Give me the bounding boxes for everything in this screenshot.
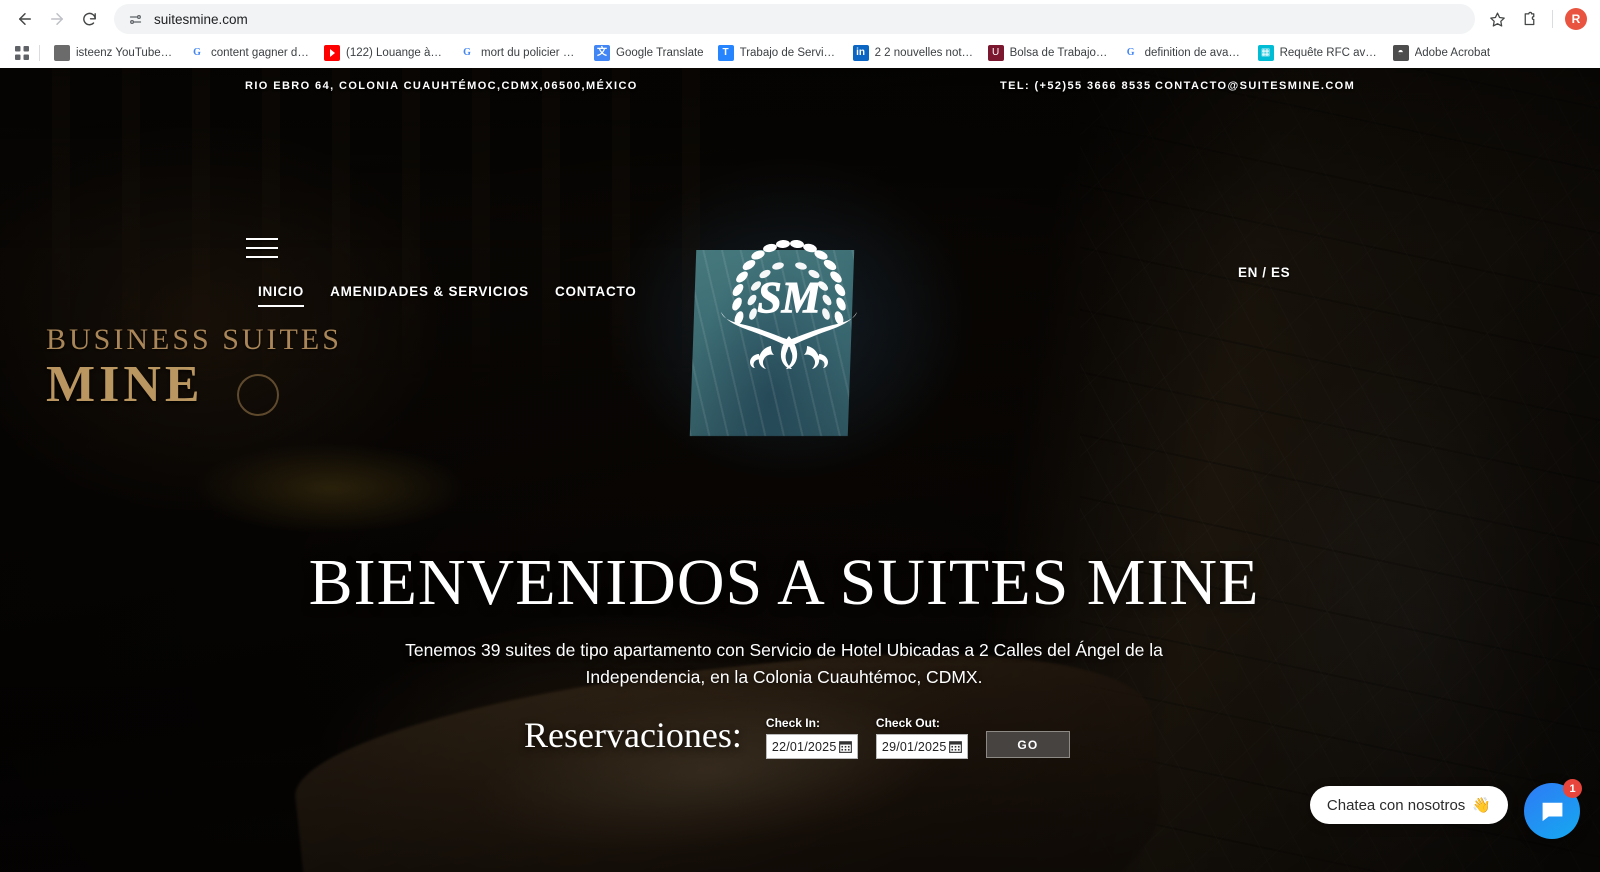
site-logo[interactable]: SM bbox=[689, 208, 881, 436]
checkin-label: Check In: bbox=[765, 716, 820, 730]
bookmark-item[interactable]: ▦ Requête RFC avec H... bbox=[1251, 42, 1386, 64]
bookmarks-divider bbox=[39, 44, 40, 61]
bookmark-item[interactable]: (122) Louange à l'ét... bbox=[317, 42, 452, 64]
bookmark-item[interactable]: G mort du policier du... bbox=[452, 42, 587, 64]
google-translate-icon: 文 bbox=[594, 44, 610, 61]
avatar: R bbox=[1565, 8, 1587, 30]
site-settings-icon[interactable] bbox=[126, 10, 144, 28]
address-text: RIO EBRO 64, COLONIA CUAUHTÉMOC,CDMX,065… bbox=[245, 80, 638, 92]
checkout-input[interactable]: 29/01/2025 bbox=[875, 734, 968, 759]
browser-toolbar: suitesmine.com R bbox=[0, 0, 1600, 38]
bookmarks-bar: isteenz YouTube ch... G content gagner d… bbox=[0, 38, 1600, 68]
page-viewport: BUSINESS SUITES MINE RIO EBRO 64, COLONI… bbox=[0, 68, 1600, 872]
university-icon: U bbox=[987, 44, 1004, 61]
reload-button[interactable] bbox=[74, 4, 104, 34]
bookmark-label: Trabajo de Service... bbox=[739, 46, 839, 59]
checkin-input[interactable]: 22/01/2025 bbox=[765, 734, 858, 759]
hero-subtitle: Tenemos 39 suites de tipo apartamento co… bbox=[405, 640, 1163, 688]
bookmark-label: Bolsa de Trabajo - U... bbox=[1009, 46, 1109, 59]
hamburger-icon bbox=[246, 256, 278, 258]
nav-item-amenidades-servicios[interactable]: AMENIDADES & SERVICIOS bbox=[330, 284, 529, 305]
linkedin-icon: in bbox=[852, 44, 869, 61]
bookmark-apps-button[interactable] bbox=[9, 41, 35, 65]
reservation-form: Reservaciones: Check In: 22/01/2025 Chec… bbox=[524, 716, 1070, 759]
wall-emblem-icon bbox=[237, 374, 279, 416]
profile-button[interactable]: R bbox=[1562, 5, 1590, 33]
bookmark-label: definition de avaya... bbox=[1144, 46, 1244, 59]
calendar-icon[interactable] bbox=[839, 740, 852, 753]
back-button[interactable] bbox=[10, 4, 40, 34]
document-blue-icon: T bbox=[717, 44, 734, 61]
page-title: BIENVENIDOS A SUITES MINE bbox=[308, 546, 1260, 619]
chat-unread-badge: 1 bbox=[1563, 779, 1582, 798]
google-icon: G bbox=[459, 44, 475, 61]
generic-gray-icon bbox=[54, 44, 70, 61]
checkout-field: Check Out: 29/01/2025 bbox=[875, 716, 968, 759]
google-icon: G bbox=[189, 44, 205, 61]
bookmark-label: isteenz YouTube ch... bbox=[76, 46, 175, 59]
calendar-icon[interactable] bbox=[949, 740, 962, 753]
chat-bubble-icon bbox=[1542, 802, 1562, 821]
checkin-field: Check In: 22/01/2025 bbox=[765, 716, 858, 759]
extensions-button[interactable] bbox=[1515, 5, 1543, 33]
reservation-title: Reservaciones: bbox=[524, 715, 742, 755]
sm-monogram-icon: SM bbox=[721, 239, 857, 369]
bookmark-label: (122) Louange à l'ét... bbox=[346, 46, 445, 59]
extensions-puzzle-icon bbox=[1524, 11, 1534, 25]
bookmark-label: content gagner de l'... bbox=[211, 46, 310, 59]
browser-chrome: suitesmine.com R isteenz YouTube ch... G… bbox=[0, 0, 1600, 68]
bookmark-item[interactable]: G content gagner de l'... bbox=[182, 42, 317, 64]
main-navigation: INICIO AMENIDADES & SERVICIOS CONTACTO bbox=[258, 284, 637, 307]
email-link[interactable]: CONTACTO@SUITESMINE.COM bbox=[1155, 80, 1355, 92]
toolbar-divider bbox=[1552, 10, 1553, 28]
bookmark-item[interactable]: U Bolsa de Trabajo - U... bbox=[981, 42, 1116, 64]
reload-icon bbox=[82, 12, 96, 25]
bookmark-label: Requête RFC avec H... bbox=[1279, 46, 1379, 59]
address-bar[interactable]: suitesmine.com bbox=[114, 4, 1475, 34]
bookmark-item[interactable]: ◓ Adobe Acrobat bbox=[1386, 42, 1497, 64]
bookmark-item[interactable]: G definition de avaya... bbox=[1116, 42, 1251, 64]
nav-item-inicio[interactable]: INICIO bbox=[258, 284, 305, 307]
url-text[interactable]: suitesmine.com bbox=[154, 12, 248, 27]
google-icon: G bbox=[1122, 44, 1139, 61]
menu-toggle-button[interactable] bbox=[246, 238, 278, 258]
bookmark-label: mort du policier du... bbox=[481, 46, 580, 59]
checkout-label: Check Out: bbox=[875, 716, 940, 730]
top-contact-bar: RIO EBRO 64, COLONIA CUAUHTÉMOC,CDMX,065… bbox=[0, 68, 1600, 98]
toolbar-right-actions: R bbox=[1483, 5, 1590, 33]
bookmark-item[interactable]: T Trabajo de Service... bbox=[711, 42, 846, 64]
checkin-value: 22/01/2025 bbox=[771, 739, 837, 754]
hamburger-icon bbox=[246, 247, 278, 249]
svg-text:SM: SM bbox=[757, 273, 822, 322]
forward-button[interactable] bbox=[42, 4, 72, 34]
checkout-value: 29/01/2025 bbox=[881, 739, 947, 754]
reservation-submit-button[interactable]: GO bbox=[985, 731, 1070, 758]
grid-apps-icon bbox=[15, 45, 29, 60]
hamburger-icon bbox=[246, 238, 278, 240]
bookmark-item[interactable]: 文 Google Translate bbox=[587, 42, 711, 64]
waving-hand-icon: 👋 bbox=[1472, 797, 1491, 814]
bookmark-item[interactable]: isteenz YouTube ch... bbox=[47, 42, 182, 64]
bookmark-item[interactable]: in 2 2 nouvelles notific... bbox=[846, 42, 981, 64]
calculator-icon: ▦ bbox=[1257, 44, 1274, 61]
bookmark-label: Google Translate bbox=[616, 46, 704, 59]
back-arrow-icon bbox=[19, 13, 31, 25]
language-switcher[interactable]: EN / ES bbox=[1238, 265, 1290, 280]
chat-greeting-text: Chatea con nosotros bbox=[1326, 796, 1466, 814]
phone-link[interactable]: TEL: (+52)55 3666 8535 bbox=[1000, 80, 1152, 92]
youtube-icon bbox=[324, 44, 340, 61]
adobe-acrobat-icon: ◓ bbox=[1392, 44, 1409, 61]
nav-item-contacto[interactable]: CONTACTO bbox=[555, 284, 637, 305]
forward-arrow-icon bbox=[51, 13, 63, 25]
bookmark-label: 2 2 nouvelles notific... bbox=[874, 46, 974, 59]
bookmark-label: Adobe Acrobat bbox=[1414, 46, 1491, 59]
star-icon bbox=[1489, 11, 1505, 27]
chat-greeting-bubble[interactable]: Chatea con nosotros 👋 bbox=[1309, 786, 1508, 824]
bookmark-star-button[interactable] bbox=[1483, 5, 1511, 33]
